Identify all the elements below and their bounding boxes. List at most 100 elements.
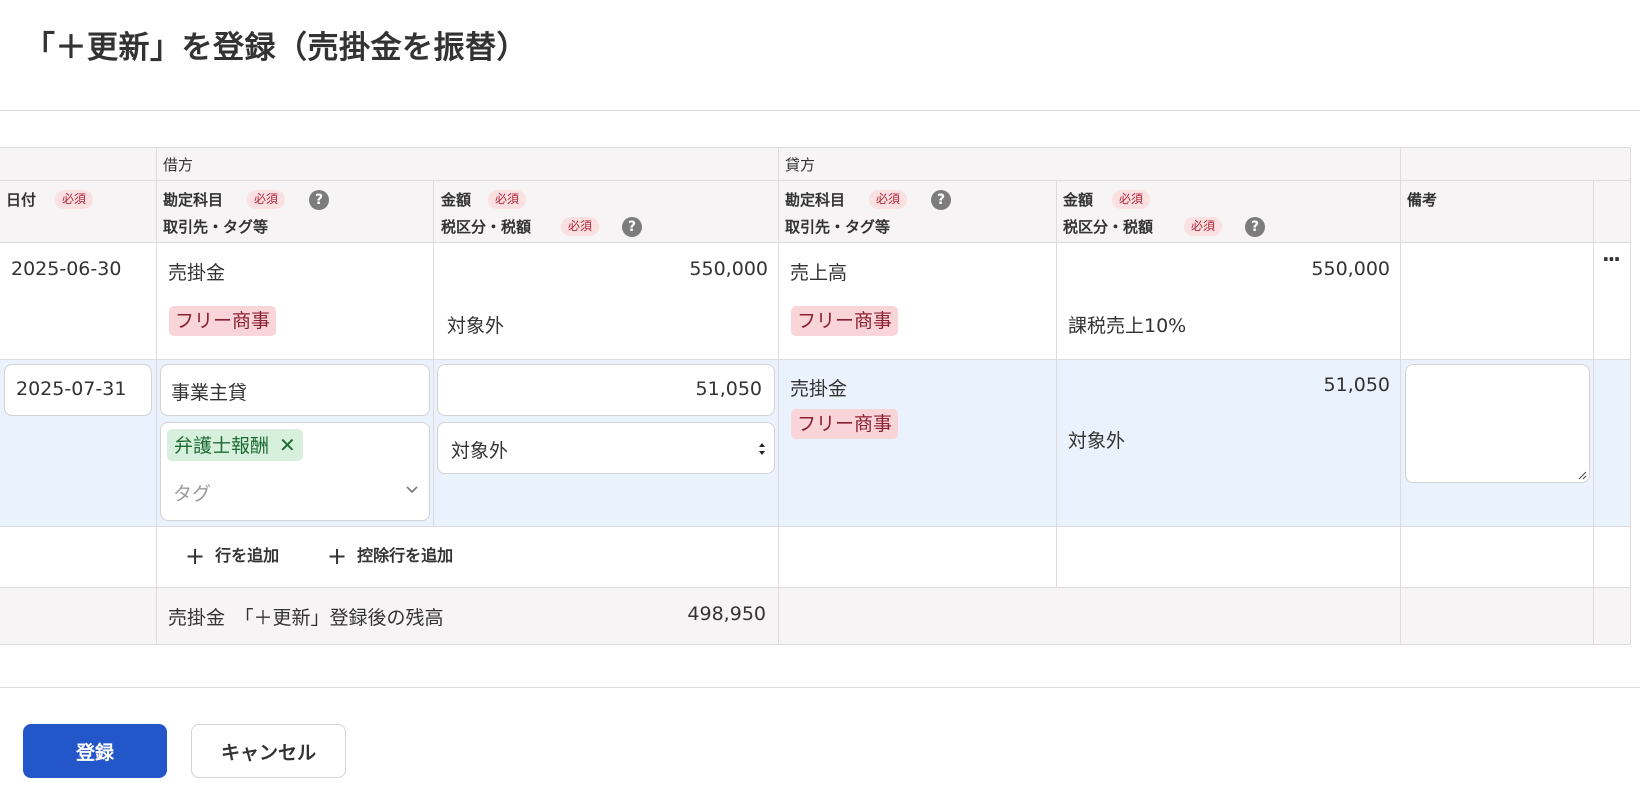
table-row-1-credit-account: 売上高 フリー商事	[779, 243, 1057, 360]
balance-value: 498,950	[687, 603, 766, 625]
column-header-credit-amount: 金額 必須 税区分・税額 必須 ?	[1057, 181, 1401, 243]
debit-partner-header: 取引先・タグ等	[163, 218, 269, 236]
credit-account-value: 売上高	[790, 262, 848, 284]
footer-memo	[1401, 588, 1594, 645]
debit-tax-value: 対象外	[447, 315, 505, 337]
help-icon[interactable]: ?	[309, 190, 329, 210]
memo-textarea[interactable]	[1405, 364, 1590, 483]
required-badge: 必須	[55, 190, 94, 209]
add-row-memo	[1401, 527, 1594, 588]
table-row-2-credit-account: 売掛金 フリー商事	[779, 360, 1057, 527]
partner-tag: フリー商事	[169, 306, 277, 336]
column-header-credit-account: 勘定科目 必須 ? 取引先・タグ等	[779, 181, 1057, 243]
add-row-actions	[1594, 527, 1631, 588]
credit-tax-header: 税区分・税額	[1063, 218, 1154, 236]
row-date: 2025-06-30	[11, 258, 122, 280]
memo-header: 備考	[1407, 191, 1438, 209]
register-button[interactable]: 登録	[23, 724, 167, 778]
debit-group-label: 借方	[163, 156, 194, 174]
credit-tax-value: 対象外	[1068, 430, 1126, 452]
add-row-button[interactable]: + 行を追加	[185, 542, 279, 570]
footer-date	[0, 588, 157, 645]
required-badge: 必須	[869, 190, 908, 209]
table-row-1-memo	[1401, 243, 1594, 360]
tag-select[interactable]: 弁護士報酬 ✕ タグ	[160, 422, 430, 521]
select-arrows-icon	[759, 443, 765, 455]
column-header-date: 日付 必須	[0, 181, 157, 243]
table-row-2-credit-amount: 51,050 対象外	[1057, 360, 1401, 527]
footer-balance: 売掛金 「＋更新」登録後の残高 498,950	[157, 588, 779, 645]
credit-group-label: 貸方	[785, 156, 816, 174]
add-row-date	[0, 527, 157, 588]
selected-tag: 弁護士報酬 ✕	[167, 429, 303, 461]
credit-partner-header: 取引先・タグ等	[785, 218, 891, 236]
remove-tag-icon[interactable]: ✕	[279, 433, 296, 457]
table-row-1-debit-account: 売掛金 フリー商事	[157, 243, 434, 360]
resize-handle-icon[interactable]	[1577, 470, 1587, 480]
date-input[interactable]: 2025-07-31	[4, 364, 152, 416]
column-header-debit-account: 勘定科目 必須 ? 取引先・タグ等	[157, 181, 434, 243]
add-row-credit-account	[779, 527, 1057, 588]
plus-icon: +	[327, 542, 348, 570]
debit-account-value: 売掛金	[168, 262, 226, 284]
debit-amount-value: 550,000	[689, 258, 768, 280]
credit-account-value: 売掛金	[790, 378, 848, 400]
table-row-2-memo	[1401, 360, 1594, 527]
partner-tag: フリー商事	[791, 306, 899, 336]
required-badge: 必須	[247, 190, 286, 209]
chevron-down-icon[interactable]	[405, 485, 419, 495]
column-header-memo: 備考	[1401, 181, 1594, 243]
debit-amount-input[interactable]: 51,050	[437, 364, 775, 416]
tag-label: 弁護士報酬	[174, 435, 270, 457]
group-header-date	[0, 147, 157, 181]
debit-account-input[interactable]: 事業主貸	[160, 364, 430, 416]
add-row-label: 行を追加	[215, 546, 280, 565]
debit-account-header: 勘定科目	[163, 191, 224, 209]
credit-amount-value: 550,000	[1311, 258, 1390, 280]
add-row-credit-amount	[1057, 527, 1401, 588]
table-row-2-actions	[1594, 360, 1631, 527]
debit-tax-header: 税区分・税額	[441, 218, 532, 236]
add-deduction-row-label: 控除行を追加	[357, 546, 454, 565]
group-header-memo	[1401, 147, 1631, 181]
required-badge: 必須	[1112, 190, 1151, 209]
footer-credit	[779, 588, 1401, 645]
credit-account-header: 勘定科目	[785, 191, 846, 209]
footer-divider	[0, 687, 1640, 688]
required-badge: 必須	[488, 190, 527, 209]
journal-table: 借方 貸方 日付 必須 勘定科目 必須 ? 取引先・タグ等 金額 必須 税区分・…	[0, 147, 1631, 646]
table-row-1-credit-amount: 550,000 課税売上10%	[1057, 243, 1401, 360]
page-title: 「＋更新」を登録（売掛金を振替）	[24, 30, 528, 66]
cancel-button[interactable]: キャンセル	[191, 724, 346, 778]
required-badge: 必須	[1184, 217, 1223, 236]
plus-icon: +	[185, 542, 206, 570]
column-header-debit-amount: 金額 必須 税区分・税額 必須 ?	[434, 181, 779, 243]
more-menu-icon[interactable]: ···	[1602, 247, 1621, 271]
group-header-debit: 借方	[157, 147, 779, 181]
credit-tax-value: 課税売上10%	[1068, 315, 1187, 337]
header-divider	[0, 110, 1640, 111]
required-badge: 必須	[561, 217, 600, 236]
tag-placeholder: タグ	[173, 483, 212, 505]
column-header-actions	[1594, 181, 1631, 243]
table-row-1-date: 2025-06-30	[0, 243, 157, 360]
credit-amount-header: 金額	[1063, 191, 1094, 209]
table-row-2-debit-amount: 51,050 対象外	[434, 360, 779, 527]
group-header-credit: 貸方	[779, 147, 1401, 181]
balance-label: 売掛金 「＋更新」登録後の残高	[168, 607, 444, 629]
table-row-2-debit-account: 事業主貸 弁護士報酬 ✕ タグ	[157, 360, 434, 527]
table-row-2-date: 2025-07-31	[0, 360, 157, 527]
partner-tag: フリー商事	[791, 409, 899, 439]
tax-category-select[interactable]: 対象外	[437, 422, 775, 474]
help-icon[interactable]: ?	[1245, 217, 1265, 237]
footer-actions	[1594, 588, 1631, 645]
help-icon[interactable]: ?	[622, 217, 642, 237]
table-row-1-actions: ···	[1594, 243, 1631, 360]
table-row-1-debit-amount: 550,000 対象外	[434, 243, 779, 360]
date-header: 日付	[6, 191, 37, 209]
debit-amount-header: 金額	[441, 191, 472, 209]
add-row-debit: + 行を追加 + 控除行を追加	[157, 527, 779, 588]
credit-amount-value: 51,050	[1323, 374, 1390, 396]
add-deduction-row-button[interactable]: + 控除行を追加	[327, 542, 453, 570]
help-icon[interactable]: ?	[931, 190, 951, 210]
